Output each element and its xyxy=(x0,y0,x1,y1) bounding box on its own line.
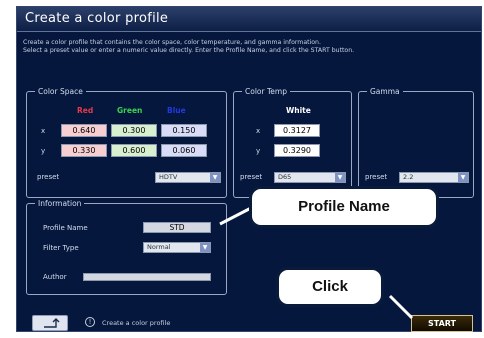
color-temp-y-label: y xyxy=(256,147,261,155)
description-line-1: Create a color profile that contains the… xyxy=(23,39,321,46)
white-x-field[interactable]: 0.3127 xyxy=(274,124,320,137)
color-temp-x-label: x xyxy=(256,127,261,135)
author-field[interactable] xyxy=(83,273,211,281)
color-profile-window: Create a color profile Create a color pr… xyxy=(16,6,482,332)
chevron-down-icon: ▼ xyxy=(335,173,345,182)
profile-name-field[interactable]: STD xyxy=(143,222,211,233)
green-y-field[interactable]: 0.600 xyxy=(111,144,157,157)
filter-type-value: Normal xyxy=(147,243,171,251)
chevron-down-icon: ▼ xyxy=(210,173,220,182)
color-space-legend: Color Space xyxy=(35,86,86,97)
color-space-y-label: y xyxy=(41,147,46,155)
gamma-preset-value: 2.2 xyxy=(403,173,414,181)
profile-name-callout: Profile Name xyxy=(249,186,439,228)
color-space-preset-label: preset xyxy=(37,173,60,181)
window-title: Create a color profile xyxy=(25,11,169,26)
information-group: Information Profile Name STD Filter Type… xyxy=(26,198,227,295)
click-callout: Click xyxy=(276,267,384,307)
author-label: Author xyxy=(43,273,67,281)
color-temp-legend: Color Temp xyxy=(242,86,290,97)
gamma-preset-select[interactable]: 2.2 ▼ xyxy=(399,172,469,183)
white-header: White xyxy=(286,106,311,115)
info-icon: ! xyxy=(85,317,95,327)
color-temp-group: Color Temp White x 0.3127 y 0.3290 prese… xyxy=(233,86,352,198)
color-space-preset-value: HDTV xyxy=(159,173,178,181)
filter-type-select[interactable]: Normal ▼ xyxy=(143,242,211,253)
blue-y-field[interactable]: 0.060 xyxy=(161,144,207,157)
color-temp-preset-select[interactable]: D65 ▼ xyxy=(274,172,346,183)
color-temp-preset-value: D65 xyxy=(278,173,292,181)
gamma-preset-label: preset xyxy=(365,173,388,181)
chevron-down-icon: ▼ xyxy=(200,243,210,252)
red-x-field[interactable]: 0.640 xyxy=(61,124,107,137)
color-space-group: Color Space Red Green Blue x 0.640 0.300… xyxy=(26,86,227,198)
blue-header: Blue xyxy=(167,106,186,115)
profile-name-label: Profile Name xyxy=(43,224,88,232)
white-y-field[interactable]: 0.3290 xyxy=(274,144,320,157)
back-button[interactable] xyxy=(32,315,68,331)
red-header: Red xyxy=(77,106,94,115)
filter-type-label: Filter Type xyxy=(43,244,79,252)
color-space-preset-select[interactable]: HDTV ▼ xyxy=(155,172,221,183)
information-legend: Information xyxy=(35,198,85,209)
green-x-field[interactable]: 0.300 xyxy=(111,124,157,137)
chevron-down-icon: ▼ xyxy=(458,173,468,182)
start-button[interactable]: START xyxy=(411,315,473,332)
description-line-2: Select a preset value or enter a numeric… xyxy=(23,47,355,54)
gamma-group: Gamma preset 2.2 ▼ xyxy=(358,86,474,198)
gamma-legend: Gamma xyxy=(367,86,403,97)
color-temp-preset-label: preset xyxy=(240,173,263,181)
green-header: Green xyxy=(117,106,143,115)
return-arrow-icon xyxy=(44,318,60,328)
blue-x-field[interactable]: 0.150 xyxy=(161,124,207,137)
color-space-x-label: x xyxy=(41,127,46,135)
status-text: Create a color profile xyxy=(102,319,171,327)
title-bar: Create a color profile xyxy=(17,7,481,32)
description: Create a color profile that contains the… xyxy=(23,39,475,55)
red-y-field[interactable]: 0.330 xyxy=(61,144,107,157)
